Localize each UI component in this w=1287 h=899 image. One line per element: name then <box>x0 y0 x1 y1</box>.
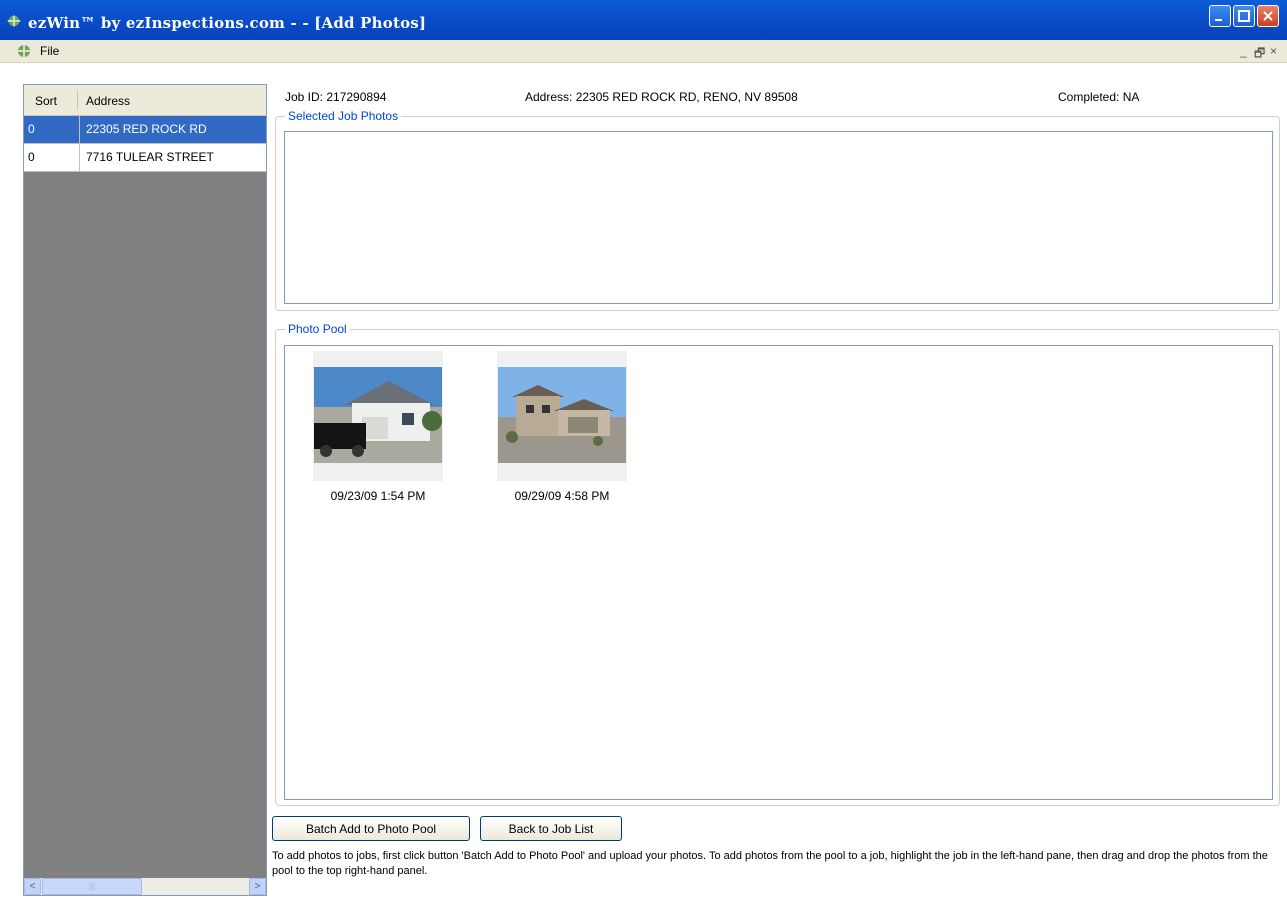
scroll-left-button[interactable]: < <box>24 878 41 895</box>
minimize-icon <box>1215 19 1222 21</box>
photo-caption: 09/29/09 4:58 PM <box>514 489 610 503</box>
job-row-sort: 0 <box>28 122 35 136</box>
help-text: To add photos to jobs, first click butto… <box>272 850 1268 877</box>
mdi-close-button[interactable]: × <box>1270 44 1277 58</box>
job-list-pane: Sort Address 0 22305 RED ROCK RD 0 7716 … <box>23 84 267 896</box>
job-row[interactable]: 0 7716 TULEAR STREET <box>24 144 266 172</box>
job-id-label: Job ID: 217290894 <box>285 90 387 104</box>
batch-add-to-photo-pool-button[interactable]: Batch Add to Photo Pool <box>272 816 470 841</box>
photo-caption: 09/23/09 1:54 PM <box>330 489 426 503</box>
mdi-minimize-button[interactable]: _ <box>1240 44 1247 58</box>
photo-pool-legend: Photo Pool <box>285 322 350 336</box>
app-menu-icon[interactable] <box>15 43 33 59</box>
photo-pool-panel[interactable]: 09/23/09 1:54 PM 09/29/09 4:58 PM <box>284 345 1273 800</box>
job-row-address: 22305 RED ROCK RD <box>86 122 207 136</box>
column-divider[interactable] <box>77 90 78 110</box>
selected-job-photos-panel[interactable] <box>284 131 1273 304</box>
title-bar: ezWin™ by ezInspections.com - - [Add Pho… <box>0 0 1287 40</box>
job-address-label: Address: 22305 RED ROCK RD, RENO, NV 895… <box>525 90 798 104</box>
job-row-sort: 0 <box>28 150 35 164</box>
job-list-header: Sort Address <box>24 85 266 116</box>
close-icon <box>1263 11 1273 21</box>
job-row-address: 7716 TULEAR STREET <box>86 150 214 164</box>
close-button[interactable] <box>1257 5 1279 27</box>
menu-bar: File _ 🗗 × <box>0 40 1287 63</box>
house-photo-image <box>314 367 442 463</box>
app-icon <box>7 15 21 27</box>
maximize-button[interactable] <box>1233 5 1255 27</box>
minimize-button[interactable] <box>1209 5 1231 27</box>
menu-file[interactable]: File <box>40 44 59 58</box>
job-completed-label: Completed: NA <box>1058 90 1140 104</box>
scroll-thumb[interactable]: ||| <box>42 878 142 895</box>
scroll-right-button[interactable]: > <box>249 878 266 895</box>
job-row[interactable]: 0 22305 RED ROCK RD <box>24 116 266 144</box>
cell-divider <box>79 116 80 143</box>
selected-job-photos-group: Selected Job Photos <box>275 109 1280 311</box>
mdi-restore-button[interactable]: 🗗 <box>1254 44 1265 65</box>
photo-pool-group: Photo Pool 09/23/09 1:54 PM 09/29/09 4:5… <box>275 322 1280 806</box>
selected-job-photos-legend: Selected Job Photos <box>285 109 402 123</box>
house-photo-image <box>498 367 626 463</box>
horizontal-scrollbar[interactable]: < ||| > <box>24 878 266 895</box>
column-header-sort[interactable]: Sort <box>35 94 57 108</box>
maximize-icon <box>1238 10 1250 22</box>
cell-divider <box>79 144 80 171</box>
column-header-address[interactable]: Address <box>86 94 130 108</box>
back-to-job-list-button[interactable]: Back to Job List <box>480 816 622 841</box>
window-title: ezWin™ by ezInspections.com - - [Add Pho… <box>28 14 427 32</box>
